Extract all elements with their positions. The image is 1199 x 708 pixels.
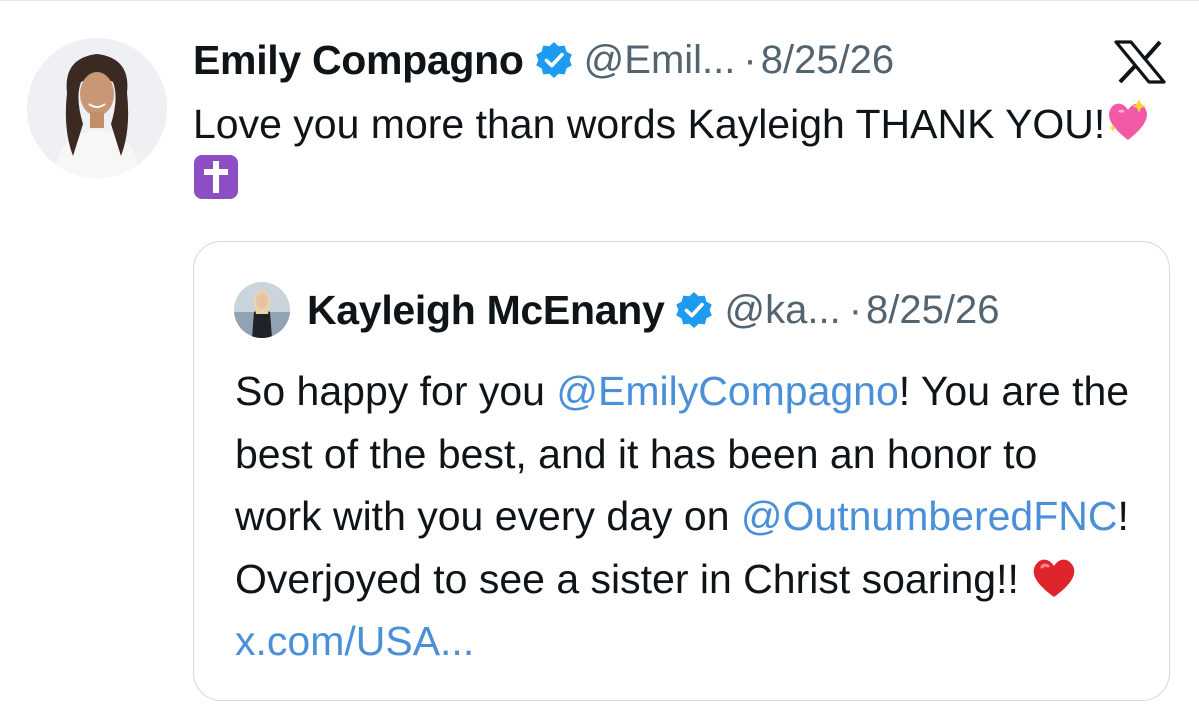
author-name[interactable]: Emily Compagno [193,37,524,84]
quoted-post-text: So happy for you @EmilyCompagno! You are… [235,360,1135,673]
latin-cross-icon [193,154,239,200]
post-text: Love you more than words Kayleigh THANK … [193,96,1153,208]
post-date[interactable]: 8/25/26 [761,38,894,83]
url-link[interactable]: x.com/USA... [235,618,474,664]
top-divider [0,0,1199,1]
sparkling-heart-icon [1105,98,1151,144]
post-text-content: Love you more than words Kayleigh THANK … [193,101,1106,147]
author-avatar[interactable] [27,38,167,178]
mention-link[interactable]: @EmilyCompagno [556,368,898,414]
meta-separator: · [743,37,757,82]
x-logo-icon[interactable] [1113,40,1167,84]
post-header: Emily Compagno @Emil... · 8/25/26 [193,30,894,90]
quoted-author-avatar[interactable] [234,282,290,338]
quoted-text-part: So happy for you [235,368,557,414]
mention-link[interactable]: @OutnumberedFNC [741,493,1118,539]
verified-badge-icon [674,290,714,330]
meta-separator: · [848,287,863,332]
quoted-post-card[interactable]: Kayleigh McEnany @ka... · 8/25/26 So hap… [193,241,1170,701]
quoted-post-header: Kayleigh McEnany @ka... · 8/25/26 [307,280,999,340]
author-handle[interactable]: @Emil... [584,38,736,83]
quoted-author-handle[interactable]: @ka... [724,288,840,333]
red-heart-icon [1030,555,1078,599]
quoted-post-date[interactable]: 8/25/26 [866,288,999,333]
quoted-author-name[interactable]: Kayleigh McEnany [307,287,665,334]
verified-badge-icon [534,40,574,80]
